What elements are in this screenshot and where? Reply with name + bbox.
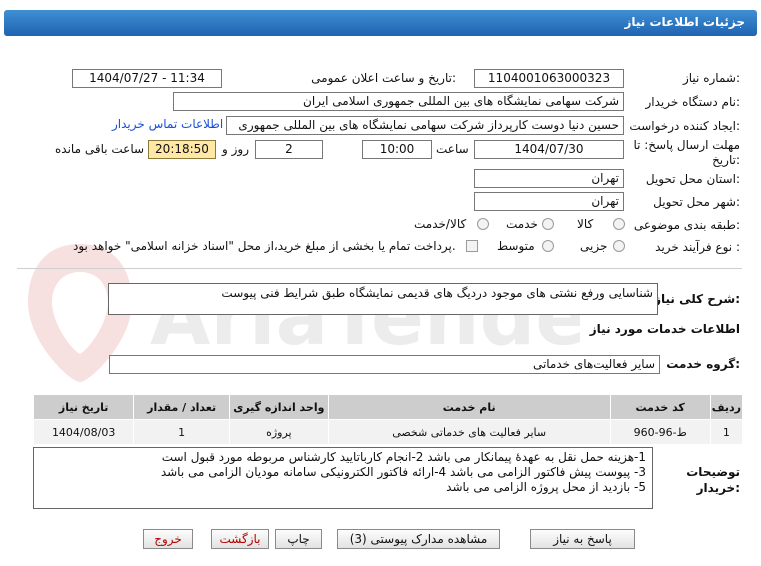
print-button[interactable]: چاپ xyxy=(275,529,322,549)
days-remaining-field: 2 xyxy=(255,140,323,159)
announce-label: تاریخ و ساعت اعلان عمومی: xyxy=(311,71,456,85)
divider xyxy=(17,268,742,269)
back-button[interactable]: بازگشت xyxy=(211,529,269,549)
cell-service-name: سایر فعالیت های خدماتی شخصی xyxy=(327,419,611,445)
announce-date-field: 1404/07/27 - 11:34 xyxy=(72,69,222,88)
deadline-label: مهلت ارسال پاسخ: تا xyxy=(633,138,740,152)
purchase-medium-radio[interactable] xyxy=(542,240,554,252)
remaining-time-label: ساعت باقی مانده xyxy=(55,142,145,156)
buyer-notes-label-2: خریدار: xyxy=(696,481,740,495)
col-need-date: تاریخ نیاز xyxy=(32,394,135,420)
col-service-code: کد خدمت xyxy=(609,394,711,420)
cell-need-date: 1404/08/03 xyxy=(32,419,135,445)
category-goods-service-radio[interactable] xyxy=(477,218,489,230)
cell-unit: پروژه xyxy=(229,419,329,445)
city-field: تهران xyxy=(474,192,624,211)
reply-button[interactable]: پاسخ به نیاز xyxy=(530,529,635,549)
col-row: ردیف xyxy=(709,394,744,420)
purchase-minor-radio[interactable] xyxy=(613,240,625,252)
deadline-date-label: تاریخ: xyxy=(712,153,740,167)
view-attachments-button[interactable]: مشاهده مدارک پیوستی (3) xyxy=(337,529,500,549)
deadline-time-label: ساعت xyxy=(436,142,469,156)
buyer-contact-link[interactable]: اطلاعات تماس خریدار xyxy=(112,117,223,131)
category-label: طبقه بندی موضوعی: xyxy=(633,218,740,232)
col-unit: واحد اندازه گیری xyxy=(229,394,329,420)
buyer-notes-label: توضیحات xyxy=(686,465,740,479)
col-service-name: نام خدمت xyxy=(327,394,611,420)
buyer-notes-field: 1-هزینه حمل نقل به عهدهٔ پیمانکار می باش… xyxy=(33,447,653,509)
table-header-row: تاریخ نیاز تعداد / مقدار واحد اندازه گیر… xyxy=(32,394,744,420)
cell-quantity: 1 xyxy=(133,419,231,445)
window-title: جزئیات اطلاعات نیاز xyxy=(624,15,745,29)
buyer-note-line: 5- بازدید از محل پروژه الزامی می باشد xyxy=(446,480,646,494)
city-label: شهر محل تحویل: xyxy=(653,195,740,209)
buyer-org-field: شرکت سهامی نمایشگاه های بین المللی جمهور… xyxy=(173,92,624,111)
creator-label: ایجاد کننده درخواست: xyxy=(629,119,740,133)
category-goods-service-label: کالا/خدمت xyxy=(414,217,467,231)
purchase-minor-label: جزیی xyxy=(580,239,608,253)
need-number-field: 1104001063000323 xyxy=(474,69,624,88)
deadline-time-field: 10:00 xyxy=(362,140,432,159)
treasury-payment-label: پرداخت تمام یا بخشی از مبلغ خرید،از محل … xyxy=(73,239,456,253)
cell-service-code: ط-96-960 xyxy=(609,419,711,445)
table-row: 1404/08/03 1 پروژه سایر فعالیت های خدمات… xyxy=(32,419,744,445)
services-table: تاریخ نیاز تعداد / مقدار واحد اندازه گیر… xyxy=(32,394,744,445)
exit-button[interactable]: خروج xyxy=(143,529,193,549)
description-field: شناسایی ورفع نشتی های موجود دردیگ های قد… xyxy=(108,283,658,315)
purchase-type-label: نوع فرآیند خرید : xyxy=(655,240,740,254)
service-group-field: سایر فعالیت‌های خدماتی xyxy=(109,355,660,374)
services-section-title: اطلاعات خدمات مورد نیاز xyxy=(589,322,740,336)
buyer-org-label: نام دستگاه خریدار: xyxy=(645,95,741,109)
remaining-time-field: 20:18:50 xyxy=(148,140,216,159)
cell-row: 1 xyxy=(709,419,744,445)
description-label: شرح کلی نیاز: xyxy=(654,292,740,306)
title-bar: جزئیات اطلاعات نیاز xyxy=(4,10,757,36)
need-number-label: شماره نیاز: xyxy=(682,71,740,85)
creator-field: حسین دنیا دوست کارپرداز شرکت سهامی نمایش… xyxy=(226,116,624,135)
col-quantity: تعداد / مقدار xyxy=(133,394,231,420)
province-field: تهران xyxy=(474,169,624,188)
buyer-note-line: 1-هزینه حمل نقل به عهدهٔ پیمانکار می باش… xyxy=(161,450,646,464)
service-group-label: گروه خدمت: xyxy=(666,357,740,371)
category-goods-radio[interactable] xyxy=(613,218,625,230)
buyer-note-line: 3- پیوست پیش فاکتور الزامی می باشد 4-ارا… xyxy=(160,465,646,479)
treasury-payment-checkbox[interactable] xyxy=(466,240,478,252)
category-goods-label: کالا xyxy=(577,217,594,231)
deadline-date-field: 1404/07/30 xyxy=(474,140,624,159)
purchase-medium-label: متوسط xyxy=(497,239,535,253)
category-service-radio[interactable] xyxy=(542,218,554,230)
days-and-label: روز و xyxy=(222,142,249,156)
province-label: استان محل تحویل: xyxy=(645,172,740,186)
category-service-label: خدمت xyxy=(506,217,538,231)
